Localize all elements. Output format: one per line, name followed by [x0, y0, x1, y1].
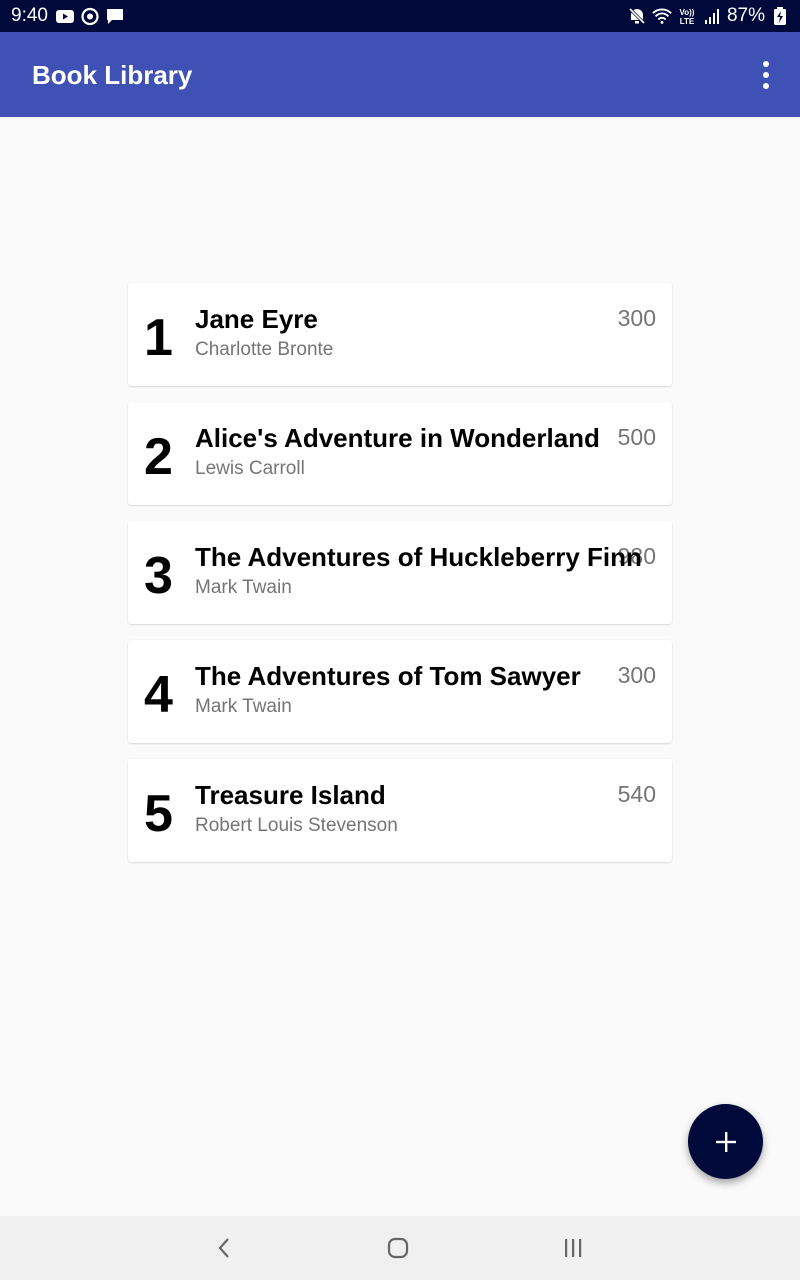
book-card[interactable]: 2 Alice's Adventure in Wonderland Lewis … — [128, 402, 672, 505]
youtube-icon — [56, 10, 74, 23]
navigation-bar — [0, 1216, 800, 1280]
message-icon — [107, 9, 123, 24]
book-pages: 500 — [617, 424, 656, 450]
book-id: 2 — [144, 428, 173, 486]
book-list: 1 Jane Eyre Charlotte Bronte 300 2 Alice… — [128, 283, 672, 878]
book-pages: 300 — [617, 662, 656, 688]
add-book-button[interactable] — [688, 1104, 763, 1179]
book-card[interactable]: 5 Treasure Island Robert Louis Stevenson… — [128, 759, 672, 862]
book-id: 4 — [144, 666, 173, 724]
more-options-button[interactable] — [758, 61, 774, 89]
book-title: The Adventures of Huckleberry Finn — [195, 542, 642, 572]
sync-icon — [81, 7, 99, 26]
battery-icon — [774, 7, 786, 25]
add-icon — [715, 1131, 736, 1152]
back-icon — [218, 1238, 229, 1258]
status-time: 9:40 — [11, 5, 48, 26]
book-title: Treasure Island — [195, 780, 386, 810]
book-title: Alice's Adventure in Wonderland — [195, 423, 600, 453]
book-author: Lewis Carroll — [195, 458, 305, 479]
signal-icon — [704, 9, 719, 24]
back-button[interactable] — [204, 1232, 244, 1264]
app-title: Book Library — [32, 60, 193, 90]
more-vert-icon — [763, 61, 769, 67]
volte-icon: Vo)) LTE — [679, 8, 695, 26]
book-title: The Adventures of Tom Sawyer — [195, 661, 581, 691]
book-title: Jane Eyre — [195, 304, 318, 334]
svg-text:Vo)): Vo)) — [679, 8, 694, 17]
battery-text: 87% — [726, 5, 765, 26]
book-pages: 300 — [617, 305, 656, 331]
book-card[interactable]: 3 980 The Adventures of Huckleberry Finn… — [128, 521, 672, 624]
book-card[interactable]: 1 Jane Eyre Charlotte Bronte 300 — [128, 283, 672, 386]
recents-icon — [565, 1239, 582, 1257]
book-author: Robert Louis Stevenson — [195, 815, 398, 836]
book-card[interactable]: 4 The Adventures of Tom Sawyer Mark Twai… — [128, 640, 672, 743]
home-icon — [387, 1237, 409, 1259]
book-author: Mark Twain — [195, 577, 292, 598]
book-id: 3 — [144, 547, 173, 605]
app-bar: Book Library — [0, 32, 800, 117]
status-bar: 9:40 Vo)) LTE 87% — [0, 0, 800, 32]
book-pages: 540 — [617, 781, 656, 807]
svg-text:LTE: LTE — [680, 17, 695, 26]
recents-button[interactable] — [553, 1232, 593, 1264]
book-author: Charlotte Bronte — [195, 339, 334, 360]
wifi-icon — [652, 8, 672, 24]
mute-icon — [628, 7, 646, 25]
book-id: 5 — [144, 785, 173, 843]
book-author: Mark Twain — [195, 696, 292, 717]
book-id: 1 — [144, 309, 173, 367]
home-button[interactable] — [378, 1232, 418, 1264]
